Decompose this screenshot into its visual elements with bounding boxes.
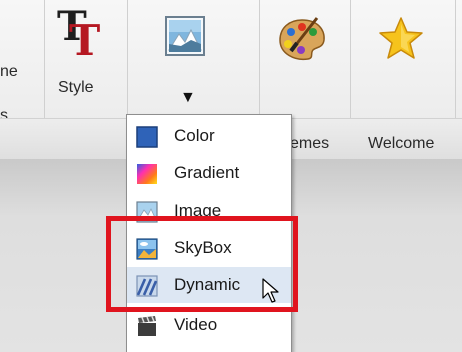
video-clapper-icon — [138, 316, 156, 336]
mouse-cursor-icon — [262, 278, 279, 303]
color-swatch-icon — [136, 126, 158, 148]
chevron-down-icon: ▼ — [180, 89, 196, 106]
gradient-icon — [137, 164, 157, 184]
style-icon: T T — [57, 3, 100, 62]
menu-item-label: Color — [174, 126, 215, 145]
toolbar-partial-label-top: ne — [0, 63, 18, 80]
menu-item-video[interactable]: Video — [127, 307, 291, 343]
svg-text:T: T — [69, 16, 100, 62]
welcome-label: Welcome — [368, 135, 435, 152]
menu-item-color[interactable]: Color — [127, 118, 291, 154]
menu-item-label: Gradient — [174, 163, 240, 182]
themes-label: emes — [290, 135, 330, 152]
paint-palette-icon — [279, 17, 325, 61]
menu-item-gradient[interactable]: Gradient — [127, 155, 291, 191]
landscape-image-icon — [165, 16, 205, 56]
app-window: ne s T T Style ▼ emes Welcome Color Grad… — [0, 0, 462, 352]
style-label: Style — [58, 79, 94, 96]
star-icon — [379, 17, 423, 59]
menu-item-label: Video — [174, 315, 218, 334]
